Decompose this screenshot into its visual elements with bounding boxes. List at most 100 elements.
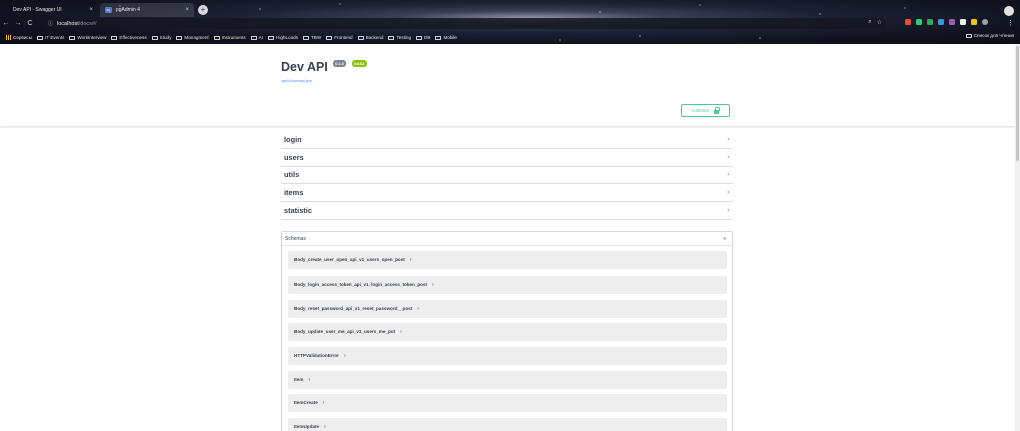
- extension-icon[interactable]: [927, 19, 933, 25]
- address-path: /docs#/: [78, 20, 97, 27]
- folder-icon: [213, 35, 220, 40]
- extension-icon[interactable]: [960, 19, 966, 25]
- extension-icon[interactable]: [916, 19, 922, 25]
- model-item[interactable]: ItemUpdate ›: [288, 418, 727, 431]
- folder-icon: [37, 35, 44, 40]
- bookmark-label: Instruments: [221, 35, 246, 40]
- search-icon[interactable]: ⌕: [868, 19, 871, 26]
- bookmark-folder[interactable]: TBW: [302, 35, 322, 40]
- bookmark-label: DB: [424, 35, 431, 40]
- browser-menu-icon[interactable]: ⋮: [1007, 19, 1014, 27]
- bookmark-apps[interactable]: Сервисы: [6, 35, 32, 40]
- bookmark-folder[interactable]: Instruments: [213, 35, 246, 40]
- extension-icon[interactable]: [949, 19, 955, 25]
- tab-pgadmin[interactable]: Pg pgAdmin 4 ×: [100, 3, 194, 17]
- folder-icon: [357, 35, 364, 40]
- forward-icon[interactable]: →: [12, 20, 24, 27]
- model-name: ItemUpdate: [294, 424, 320, 430]
- folder-icon: [416, 35, 423, 40]
- chevron-down-icon: ∨: [722, 237, 727, 241]
- operation-tags: login › users › utils › items › statisti…: [281, 131, 733, 220]
- folder-icon: [388, 35, 395, 40]
- model-item[interactable]: HTTPValidationError ›: [288, 347, 727, 365]
- folder-icon: [326, 35, 333, 40]
- schemas-title: Schemas: [285, 235, 306, 242]
- model-name: Item: [294, 377, 304, 383]
- profile-icon[interactable]: [1004, 6, 1014, 16]
- bookmark-label: Study: [159, 35, 172, 40]
- chevron-right-icon: ›: [400, 328, 402, 335]
- model-item[interactable]: Body_create_user_open_api_v1_users_open_…: [288, 251, 727, 269]
- bookmark-label: Frontend: [334, 35, 353, 40]
- tab-swagger[interactable]: Dev API - Swagger UI ×: [8, 3, 98, 17]
- model-name: Body_reset_password_api_v1_reset_passwor…: [294, 306, 413, 312]
- model-item[interactable]: Item ›: [288, 371, 727, 389]
- authorize-button[interactable]: Authorize: [681, 104, 730, 117]
- browser-toolbar: ← → C ⓘ localhost/docs#/ ⌕ ☆: [0, 18, 1020, 29]
- model-item[interactable]: ItemCreate ›: [288, 394, 727, 412]
- bookmark-folder[interactable]: IT Events: [37, 35, 64, 40]
- model-item[interactable]: Body_reset_password_api_v1_reset_passwor…: [288, 300, 727, 318]
- openapi-json-link[interactable]: /api/v1/openapi.json: [281, 79, 367, 83]
- address-bar[interactable]: ⓘ localhost/docs#/ ⌕ ☆: [44, 18, 886, 29]
- site-info-icon[interactable]: ⓘ: [48, 20, 53, 27]
- bookmark-folder[interactable]: AI: [250, 35, 263, 40]
- bookmark-folder[interactable]: HighLoads: [268, 35, 298, 40]
- bookmark-label: TBW: [310, 35, 322, 40]
- chevron-right-icon: ›: [417, 305, 419, 312]
- model-item[interactable]: Body_update_user_me_api_v1_users_me_put ›: [288, 323, 727, 341]
- folder-icon: [268, 35, 275, 40]
- back-icon[interactable]: ←: [0, 20, 12, 27]
- reload-icon[interactable]: C: [24, 20, 36, 27]
- chevron-right-icon: ›: [727, 189, 729, 197]
- tag-items[interactable]: items ›: [281, 184, 733, 203]
- tag-users[interactable]: users ›: [281, 149, 733, 167]
- bookmark-folder[interactable]: Mobile: [435, 35, 457, 40]
- page-scrollbar[interactable]: [1015, 44, 1020, 431]
- folder-icon: [176, 35, 183, 40]
- tab-close-icon[interactable]: ×: [185, 7, 189, 13]
- scrollbar-thumb[interactable]: [1016, 46, 1019, 161]
- tab-close-icon[interactable]: ×: [89, 7, 93, 13]
- tag-login[interactable]: login ›: [281, 131, 733, 149]
- bookmark-folder[interactable]: Effectiveness: [111, 35, 147, 40]
- puzzle-icon[interactable]: [971, 19, 977, 25]
- bookmark-label: WorkInterview: [77, 35, 107, 40]
- bookmark-folder[interactable]: Managment: [176, 35, 209, 40]
- model-name: Body_create_user_open_api_v1_users_open_…: [294, 257, 405, 263]
- model-item[interactable]: Body_login_access_token_api_v1_login_acc…: [288, 276, 727, 294]
- address-host: localhost: [57, 20, 79, 27]
- bookmark-label: Backend: [365, 35, 384, 40]
- bookmark-folder[interactable]: WorkInterview: [69, 35, 106, 40]
- star-icon[interactable]: ☆: [877, 19, 882, 26]
- pgadmin-icon: Pg: [105, 7, 112, 13]
- chevron-right-icon: ›: [727, 153, 729, 161]
- extension-icon[interactable]: [905, 19, 911, 25]
- reading-list[interactable]: Список для чтения: [965, 33, 1014, 38]
- chevron-right-icon: ›: [308, 376, 311, 383]
- tag-utils[interactable]: utils ›: [281, 167, 733, 185]
- new-tab-button[interactable]: +: [198, 5, 208, 15]
- bookmark-folder[interactable]: DB: [416, 35, 430, 40]
- chevron-right-icon: ›: [324, 423, 326, 430]
- bookmark-folder[interactable]: Backend: [357, 35, 384, 40]
- folder-icon: [302, 35, 309, 40]
- extensions-bar: [905, 19, 988, 25]
- bookmark-folder[interactable]: Frontend: [326, 35, 353, 40]
- extension-icon[interactable]: [938, 19, 944, 25]
- schemas-section: Schemas ∨ Body_create_user_open_api_v1_u…: [281, 231, 733, 431]
- oas-badge: OAS3: [351, 60, 367, 67]
- reading-list-icon: [965, 33, 972, 38]
- schemas-header[interactable]: Schemas ∨: [282, 232, 732, 246]
- avatar[interactable]: [982, 19, 988, 25]
- model-name: Body_update_user_me_api_v1_users_me_put: [294, 329, 396, 335]
- tag-statistic[interactable]: statistic ›: [281, 202, 733, 220]
- reading-list-label: Список для чтения: [973, 33, 1014, 38]
- folder-icon: [250, 35, 257, 40]
- folder-icon: [111, 35, 118, 40]
- bookmark-folder[interactable]: Testing: [388, 35, 411, 40]
- tag-name: items: [284, 188, 304, 198]
- model-name: ItemCreate: [294, 400, 318, 406]
- bookmark-folder[interactable]: Study: [151, 35, 172, 40]
- page-title: Dev API: [281, 60, 328, 74]
